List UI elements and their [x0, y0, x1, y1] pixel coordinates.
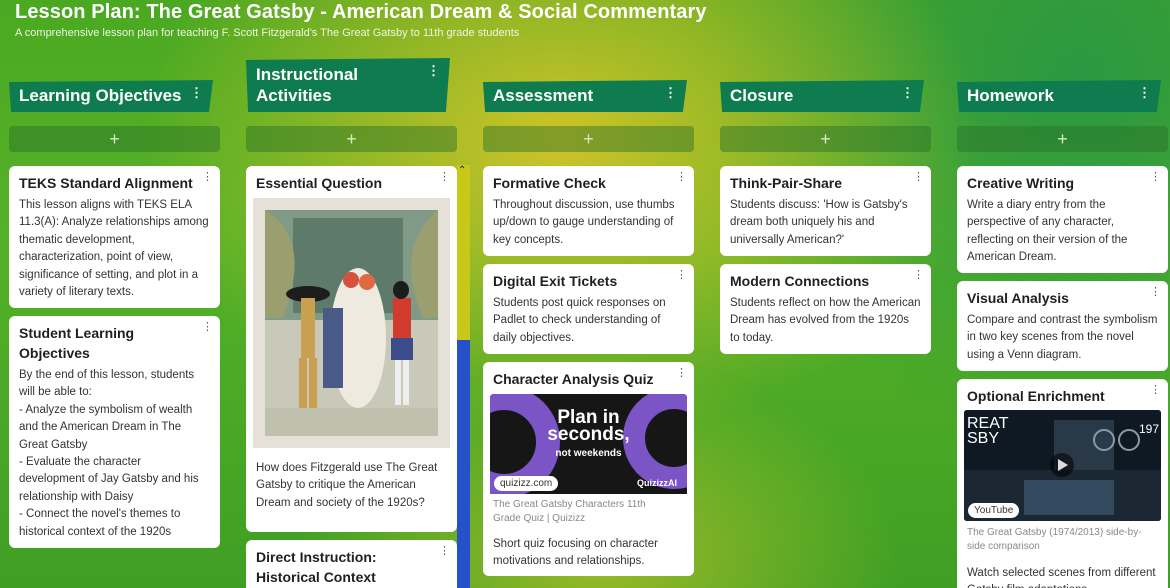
post-card[interactable]: Student Learning Objectives By the end o… — [9, 316, 220, 548]
post-card[interactable]: Creative Writing Write a diary entry fro… — [957, 166, 1168, 273]
card-menu-icon[interactable]: ⋮ — [439, 546, 450, 557]
column-learning-objectives: Learning Objectives ⋮ + TEKS Standard Al… — [9, 0, 220, 588]
add-post-button[interactable]: + — [957, 126, 1168, 152]
column-title: Assessment — [493, 86, 594, 105]
card-menu-icon[interactable]: ⋮ — [202, 322, 213, 333]
quizizz-logo: QuizizzAI — [637, 478, 677, 488]
column-header[interactable]: Assessment ⋮ — [483, 80, 687, 112]
link-source: YouTube — [968, 503, 1020, 518]
card-body: Students discuss: 'How is Gatsby's dream… — [730, 199, 908, 246]
painting-illustration — [253, 198, 450, 448]
column-title: Instructional Activities — [256, 65, 359, 105]
card-body: This lesson aligns with TEKS ELA 11.3(A)… — [19, 199, 209, 299]
post-card[interactable]: Direct Instruction: Historical Context ⋮ — [246, 540, 457, 588]
card-title: Character Analysis Quiz — [493, 371, 654, 387]
card-title: Student Learning Objectives — [19, 325, 135, 361]
card-title: Creative Writing — [967, 175, 1075, 191]
essential-question-image[interactable] — [253, 198, 450, 448]
card-body: Students post quick responses on Padlet … — [493, 297, 666, 344]
column-title: Closure — [730, 86, 794, 105]
add-post-button[interactable]: + — [720, 126, 931, 152]
card-menu-icon[interactable]: ⋮ — [913, 270, 924, 281]
column-menu-icon[interactable]: ⋮ — [190, 86, 203, 99]
column-menu-icon[interactable]: ⋮ — [1138, 86, 1151, 99]
video-text-left: REAT SBY — [967, 415, 1009, 447]
card-body: Throughout discussion, use thumbs up/dow… — [493, 199, 675, 246]
column-header[interactable]: Learning Objectives ⋮ — [9, 80, 213, 112]
card-menu-icon[interactable]: ⋮ — [1150, 385, 1161, 396]
scrollbar-thumb[interactable] — [457, 165, 470, 340]
column-instructional-activities: Instructional Activities ⋮ + Essential Q… — [246, 0, 457, 588]
column-assessment: Assessment ⋮ + Formative Check Throughou… — [483, 0, 694, 588]
column-header[interactable]: Instructional Activities ⋮ — [246, 58, 450, 112]
column-title: Learning Objectives — [19, 86, 182, 105]
card-title: Optional Enrichment — [967, 388, 1105, 404]
card-menu-icon[interactable]: ⋮ — [676, 368, 687, 379]
column-closure: Closure ⋮ + Think-Pair-Share Students di… — [720, 0, 931, 588]
column-header[interactable]: Homework ⋮ — [957, 80, 1161, 112]
scroll-up-icon[interactable]: ⌃ — [458, 165, 466, 176]
card-menu-icon[interactable]: ⋮ — [1150, 172, 1161, 183]
post-card[interactable]: Visual Analysis Compare and contrast the… — [957, 281, 1168, 371]
card-title: Visual Analysis — [967, 290, 1069, 306]
column-title: Homework — [967, 86, 1054, 105]
card-body: Watch selected scenes from different Gat… — [967, 567, 1156, 588]
add-post-button[interactable]: + — [246, 126, 457, 152]
card-body: Short quiz focusing on character motivat… — [493, 538, 658, 568]
add-post-button[interactable]: + — [9, 126, 220, 152]
column-menu-icon[interactable]: ⋮ — [427, 64, 440, 77]
card-title: Formative Check — [493, 175, 606, 191]
card-menu-icon[interactable]: ⋮ — [676, 270, 687, 281]
card-body: By the end of this lesson, students will… — [19, 369, 199, 538]
card-body: Students reflect on how the American Dre… — [730, 297, 921, 344]
card-body: How does Fitzgerald use The Great Gatsby… — [256, 462, 438, 509]
card-title: Think-Pair-Share — [730, 175, 843, 191]
card-body: Compare and contrast the symbolism in tw… — [967, 314, 1158, 361]
card-menu-icon[interactable]: ⋮ — [202, 172, 213, 183]
post-card[interactable]: Think-Pair-Share Students discuss: 'How … — [720, 166, 931, 256]
card-body: Write a diary entry from the perspective… — [967, 199, 1128, 264]
post-card[interactable]: Optional Enrichment REAT SBY 197 YouTube… — [957, 379, 1168, 588]
quiz-tagline: not weekends — [555, 448, 622, 459]
card-title: Modern Connections — [730, 273, 870, 289]
link-title[interactable]: The Great Gatsby (1974/2013) side-by-sid… — [967, 526, 1157, 554]
card-title: Digital Exit Tickets — [493, 273, 618, 289]
post-card[interactable]: Essential Question How does Fitzgerald u… — [246, 166, 457, 532]
post-card[interactable]: Digital Exit Tickets Students post quick… — [483, 264, 694, 354]
link-title[interactable]: The Great Gatsby Characters 11th Grade Q… — [493, 498, 673, 526]
card-menu-icon[interactable]: ⋮ — [439, 172, 450, 183]
column-menu-icon[interactable]: ⋮ — [901, 86, 914, 99]
quiz-heading-2: seconds, — [547, 424, 630, 445]
video-text-right: 197 — [1138, 422, 1159, 436]
column-homework: Homework ⋮ + Creative Writing Write a di… — [957, 0, 1168, 588]
post-card[interactable]: Character Analysis Quiz Plan in seconds,… — [483, 362, 694, 576]
card-title: Direct Instruction: Historical Context — [256, 549, 377, 585]
link-source: quizizz.com — [494, 476, 559, 491]
card-menu-icon[interactable]: ⋮ — [676, 172, 687, 183]
card-menu-icon[interactable]: ⋮ — [1150, 287, 1161, 298]
card-title: Essential Question — [256, 175, 383, 191]
post-card[interactable]: Modern Connections Students reflect on h… — [720, 264, 931, 354]
add-post-button[interactable]: + — [483, 126, 694, 152]
column-menu-icon[interactable]: ⋮ — [664, 86, 677, 99]
post-card[interactable]: Formative Check Throughout discussion, u… — [483, 166, 694, 256]
card-menu-icon[interactable]: ⋮ — [913, 172, 924, 183]
column-header[interactable]: Closure ⋮ — [720, 80, 924, 112]
post-card[interactable]: TEKS Standard Alignment This lesson alig… — [9, 166, 220, 308]
card-title: TEKS Standard Alignment — [19, 175, 193, 191]
